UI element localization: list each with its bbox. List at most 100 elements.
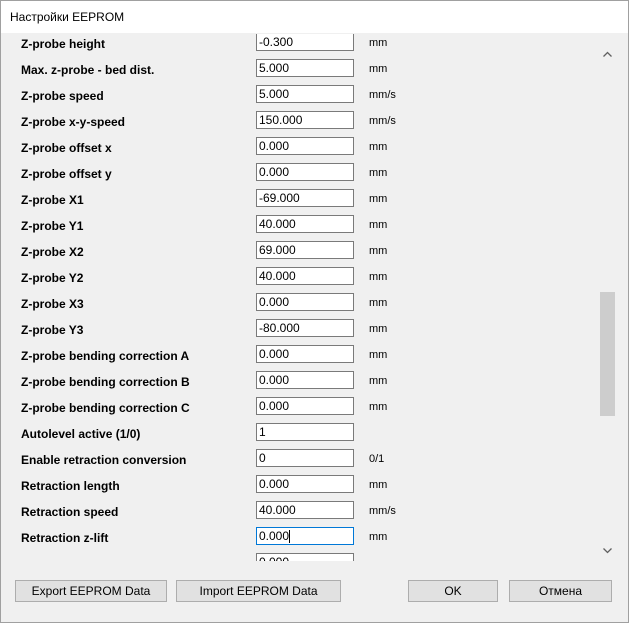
setting-unit: mm (369, 375, 388, 387)
setting-value-input[interactable]: 69.000 (256, 241, 354, 259)
setting-value-input[interactable]: 0.000 (256, 345, 354, 363)
setting-row: Retraction length 0.000 mm (1, 474, 598, 500)
setting-row: Z-probe Y2 40.000 mm (1, 266, 598, 292)
setting-value-text: 40.000 (259, 503, 296, 517)
export-eeprom-button[interactable]: Export EEPROM Data (15, 580, 167, 602)
setting-value-input[interactable]: 0.000 (256, 371, 354, 389)
setting-value-input[interactable]: 0.000 (256, 397, 354, 415)
setting-value-input[interactable]: 5.000 (256, 85, 354, 103)
setting-label: Autolevel active (1/0) (21, 427, 141, 441)
setting-row: Z-probe offset y 0.000 mm (1, 162, 598, 188)
setting-row: 0.000 (1, 552, 598, 561)
setting-unit: mm (369, 167, 388, 179)
setting-row: Retraction speed 40.000 mm/s (1, 500, 598, 526)
chevron-up-icon[interactable] (599, 45, 616, 62)
settings-rows: Z-probe height -0.300 mm Max. z-probe - bed… (1, 34, 598, 561)
setting-label: Retraction z-lift (21, 531, 109, 545)
setting-row: Z-probe Y3 -80.000 mm (1, 318, 598, 344)
setting-value-text: 0.000 (259, 529, 290, 543)
cancel-button[interactable]: Отмена (509, 580, 612, 602)
setting-value-text: 0.000 (259, 399, 290, 413)
setting-value-text: 0.000 (259, 295, 290, 309)
eeprom-dialog: Настройки EEPROM Z-probe height -0.300 mm M… (0, 0, 629, 623)
setting-label: Retraction speed (21, 505, 119, 519)
setting-unit: mm (369, 531, 388, 543)
vertical-scrollbar[interactable] (599, 41, 616, 559)
setting-value-input[interactable]: 0.000 (256, 163, 354, 181)
setting-label: Z-probe offset x (21, 141, 112, 155)
setting-value-text: 0.000 (259, 477, 290, 491)
setting-value-text: 0.000 (259, 555, 289, 561)
setting-unit: mm (369, 63, 388, 75)
setting-value-text: 0.000 (259, 139, 290, 153)
setting-label: Z-probe Y2 (21, 271, 84, 285)
setting-value-text: 40.000 (259, 269, 296, 283)
setting-unit: mm (369, 193, 388, 205)
setting-row: Z-probe x-y-speed 150.000 mm/s (1, 110, 598, 136)
setting-label: Z-probe X2 (21, 245, 84, 259)
setting-row: Z-probe speed 5.000 mm/s (1, 84, 598, 110)
setting-value-input[interactable]: -69.000 (256, 189, 354, 207)
setting-label: Z-probe bending correction A (21, 349, 190, 363)
scrollbar-thumb[interactable] (600, 292, 615, 416)
setting-value-input[interactable]: 0.000 (256, 553, 354, 561)
chevron-down-icon[interactable] (599, 542, 616, 559)
setting-value-input[interactable]: 1 (256, 423, 354, 441)
setting-label: Max. z-probe - bed dist. (21, 63, 155, 77)
setting-row: Z-probe bending correction B 0.000 mm (1, 370, 598, 396)
setting-value-input[interactable]: 0.000 (256, 475, 354, 493)
settings-list[interactable]: Z-probe height -0.300 mm Max. z-probe - bed… (1, 34, 598, 561)
setting-row: Z-probe offset x 0.000 mm (1, 136, 598, 162)
setting-value-input[interactable]: 0.000 (256, 293, 354, 311)
setting-row: Autolevel active (1/0) 1 (1, 422, 598, 448)
setting-value-text: 5.000 (259, 87, 290, 101)
setting-label: Z-probe height (21, 37, 105, 51)
setting-row: Retraction z-lift 0.000 mm (1, 526, 598, 552)
setting-row: Z-probe Y1 40.000 mm (1, 214, 598, 240)
setting-value-input[interactable]: 0 (256, 449, 354, 467)
setting-unit: mm (369, 219, 388, 231)
setting-label: Enable retraction conversion (21, 453, 187, 467)
setting-row: Z-probe X1 -69.000 mm (1, 188, 598, 214)
setting-label: Z-probe bending correction B (21, 375, 190, 389)
setting-unit: mm/s (369, 115, 396, 127)
setting-label: Z-probe X1 (21, 193, 84, 207)
window-title: Настройки EEPROM (10, 10, 125, 24)
import-eeprom-button[interactable]: Import EEPROM Data (176, 580, 341, 602)
setting-value-text: 5.000 (259, 61, 290, 75)
setting-value-text: 150.000 (259, 113, 303, 127)
setting-value-input[interactable]: 40.000 (256, 267, 354, 285)
setting-value-text: 0.000 (259, 165, 290, 179)
setting-value-input[interactable]: -0.300 (256, 34, 354, 51)
setting-row: Max. z-probe - bed dist. 5.000 mm (1, 58, 598, 84)
setting-value-input[interactable]: 0.000 (256, 137, 354, 155)
setting-value-input[interactable]: 150.000 (256, 111, 354, 129)
setting-unit: mm/s (369, 505, 396, 517)
setting-unit: 0/1 (369, 453, 385, 465)
setting-unit: mm (369, 349, 388, 361)
setting-label: Z-probe x-y-speed (21, 115, 126, 129)
setting-row: Z-probe bending correction C 0.000 mm (1, 396, 598, 422)
setting-row: Z-probe X3 0.000 mm (1, 292, 598, 318)
setting-value-text: 0.000 (259, 373, 290, 387)
title-bar: Настройки EEPROM (1, 1, 628, 33)
setting-label: Z-probe offset y (21, 167, 112, 181)
setting-label: Retraction length (21, 479, 120, 493)
setting-label: Z-probe bending correction C (21, 401, 190, 415)
ok-button[interactable]: OK (408, 580, 498, 602)
setting-value-input[interactable]: -80.000 (256, 319, 354, 337)
setting-value-text: 69.000 (259, 243, 296, 257)
setting-value-input[interactable]: 40.000 (256, 215, 354, 233)
setting-label: Z-probe Y1 (21, 219, 84, 233)
setting-value-input[interactable]: 40.000 (256, 501, 354, 519)
setting-value-input[interactable]: 5.000 (256, 59, 354, 77)
setting-unit: mm (369, 245, 388, 257)
setting-unit: mm (369, 297, 388, 309)
setting-label: Z-probe Y3 (21, 323, 84, 337)
setting-value-input[interactable]: 0.000 (256, 527, 354, 545)
text-caret (289, 530, 291, 544)
setting-unit: mm (369, 271, 388, 283)
setting-value-text: 0 (259, 451, 266, 465)
setting-unit: mm (369, 479, 388, 491)
setting-value-text: 0.000 (259, 347, 290, 361)
